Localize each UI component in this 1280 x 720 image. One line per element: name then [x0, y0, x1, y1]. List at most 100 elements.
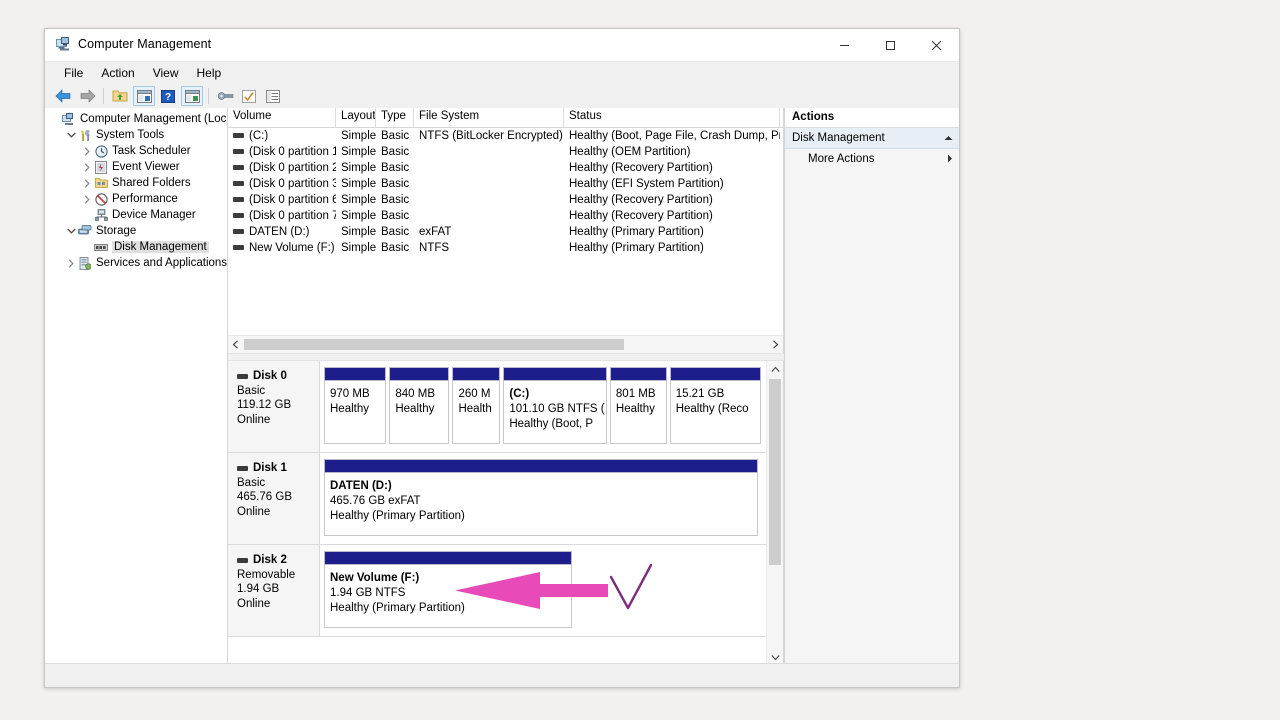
close-button[interactable]	[913, 29, 959, 61]
rescan-disks-icon[interactable]	[238, 86, 260, 106]
volume-list-horizontal-scrollbar[interactable]	[228, 335, 783, 353]
menu-file[interactable]: File	[55, 64, 92, 82]
tree-item-performance[interactable]: Performance	[45, 191, 227, 207]
volume-row[interactable]: (Disk 0 partition 1) Simple Basic Healthy (…	[228, 144, 783, 160]
volume-name-text: (Disk 0 partition 6)	[249, 194, 336, 206]
volume-row[interactable]: (Disk 0 partition 3) Simple Basic Healthy (…	[228, 176, 783, 192]
chevron-up-icon[interactable]	[944, 134, 953, 143]
volume-icon	[233, 181, 244, 187]
volume-row[interactable]: (Disk 0 partition 7) Simple Basic Healthy (…	[228, 208, 783, 224]
partition-block[interactable]: (C:) 101.10 GB NTFS (Healthy (Boot, P	[503, 367, 607, 444]
tree-item-event-viewer[interactable]: Event Viewer	[45, 159, 227, 175]
device-manager-icon	[93, 209, 109, 221]
partition-status: Healthy	[395, 403, 435, 415]
volume-column-header-status[interactable]: Status	[564, 108, 780, 127]
pane-splitter[interactable]	[228, 353, 784, 361]
disk-row-disk-1[interactable]: Disk 1 Basic 465.76 GB Online DATEN (D:) 465.…	[228, 453, 767, 545]
volume-column-header-file-system[interactable]: File System	[414, 108, 564, 127]
list-view-icon[interactable]	[262, 86, 284, 106]
volume-row[interactable]: (C:) Simple Basic NTFS (BitLocker Encrypted…	[228, 128, 783, 144]
volume-cell-layout: Simple	[341, 178, 376, 190]
properties-icon[interactable]	[214, 86, 236, 106]
partition-block[interactable]: 801 MB Healthy	[609, 367, 667, 444]
tree-item-label: Storage	[96, 225, 137, 237]
partition-block[interactable]: 970 MB Healthy	[324, 367, 387, 444]
tree-item-label: Performance	[112, 193, 178, 205]
disk-partitions: DATEN (D:) 465.76 GB exFAT Healthy (Primar…	[320, 453, 767, 544]
partition-label: New Volume (F:)	[330, 572, 420, 584]
scroll-up-icon[interactable]	[767, 361, 783, 377]
show-hide-action-pane-icon[interactable]	[181, 86, 203, 106]
chevron-down-icon[interactable]	[65, 132, 77, 138]
back-icon[interactable]	[52, 86, 74, 106]
disk-info-panel[interactable]: Disk 0 Basic 119.12 GB Online	[228, 361, 320, 452]
volume-name-text: (Disk 0 partition 7)	[249, 210, 336, 222]
scroll-right-icon[interactable]	[768, 337, 783, 352]
show-hide-console-tree-icon[interactable]	[133, 86, 155, 106]
partition-color-bar	[324, 551, 573, 565]
tree-item-storage[interactable]: Storage	[45, 223, 227, 239]
tree-item-services-and-applications[interactable]: Services and Applications	[45, 255, 227, 271]
menu-help[interactable]: Help	[188, 64, 231, 82]
volume-icon	[233, 149, 244, 155]
tree-item-computer-management-local[interactable]: Computer Management (Local	[45, 111, 227, 127]
volume-column-header-layout[interactable]: Layout	[336, 108, 376, 127]
disk-row-disk-0[interactable]: Disk 0 Basic 119.12 GB Online 970 MB Healthy 8…	[228, 361, 767, 453]
volume-row[interactable]: New Volume (F:) Simple Basic NTFS Healthy (P…	[228, 240, 783, 256]
chevron-right-icon[interactable]	[81, 162, 93, 172]
tree-item-shared-folders[interactable]: Shared Folders	[45, 175, 227, 191]
menu-view[interactable]: View	[144, 64, 188, 82]
partition-block[interactable]: 15.21 GB Healthy (Reco	[669, 367, 761, 444]
volume-row[interactable]: (Disk 0 partition 6) Simple Basic Healthy (…	[228, 192, 783, 208]
disk-info-panel[interactable]: Disk 2 Removable 1.94 GB Online	[228, 545, 320, 636]
partition-size: 260 M	[458, 388, 491, 400]
tree-item-label: Device Manager	[112, 209, 196, 221]
tree-item-label: System Tools	[96, 129, 165, 141]
tree-item-system-tools[interactable]: System Tools	[45, 127, 227, 143]
partition-color-bar	[609, 367, 667, 381]
scroll-left-icon[interactable]	[228, 337, 243, 352]
minimize-button[interactable]	[821, 29, 867, 61]
forward-icon[interactable]	[76, 86, 98, 106]
partition-block[interactable]: New Volume (F:) 1.94 GB NTFS Healthy (Prim…	[324, 551, 573, 628]
chevron-right-icon[interactable]	[81, 194, 93, 204]
volume-column-header-volume[interactable]: Volume	[228, 108, 336, 127]
tree-item-task-scheduler[interactable]: Task Scheduler	[45, 143, 227, 159]
partition-block[interactable]: 260 M Health	[452, 367, 501, 444]
partition-size: 465.76 GB exFAT	[330, 495, 421, 507]
volume-cell-fs: NTFS	[419, 242, 450, 254]
chevron-right-icon[interactable]	[81, 178, 93, 188]
disk-partitions: New Volume (F:) 1.94 GB NTFS Healthy (Prim…	[320, 545, 767, 636]
volume-icon	[233, 229, 244, 235]
disk-info-panel[interactable]: Disk 1 Basic 465.76 GB Online	[228, 453, 320, 544]
actions-group-disk-management[interactable]: Disk Management	[785, 128, 959, 149]
volume-cell-type: Basic	[381, 226, 410, 238]
action-more-actions[interactable]: More Actions	[785, 149, 959, 169]
up-folder-icon[interactable]	[109, 86, 131, 106]
chevron-right-icon[interactable]	[947, 154, 953, 165]
volume-cell-name: (Disk 0 partition 6)	[228, 194, 336, 206]
disk-state: Online	[237, 597, 271, 610]
partition-color-bar	[452, 367, 501, 381]
volume-column-header-type[interactable]: Type	[376, 108, 414, 127]
partition-details: 15.21 GB Healthy (Reco	[669, 381, 761, 444]
chevron-right-icon[interactable]	[65, 258, 77, 268]
menu-action[interactable]: Action	[92, 64, 143, 82]
volume-cell-layout: Simple	[341, 226, 376, 238]
disk-row-disk-2[interactable]: Disk 2 Removable 1.94 GB Online New Volume (…	[228, 545, 767, 637]
volume-cell-name: (C:)	[228, 130, 336, 142]
partition-block[interactable]: 840 MB Healthy	[389, 367, 450, 444]
volume-row[interactable]: (Disk 0 partition 2) Simple Basic Healthy (…	[228, 160, 783, 176]
tree-item-disk-management[interactable]: Disk Management	[45, 239, 227, 255]
chevron-down-icon[interactable]	[65, 228, 77, 234]
graphical-scroll-thumb[interactable]	[769, 379, 781, 565]
partition-details: 970 MB Healthy	[324, 381, 387, 444]
partition-block[interactable]: DATEN (D:) 465.76 GB exFAT Healthy (Primar…	[324, 459, 758, 536]
maximize-button[interactable]	[867, 29, 913, 61]
help-icon[interactable]: ?	[157, 86, 179, 106]
graphical-view-vertical-scrollbar[interactable]	[766, 361, 783, 665]
chevron-right-icon[interactable]	[81, 146, 93, 156]
tree-item-device-manager[interactable]: Device Manager	[45, 207, 227, 223]
volume-row[interactable]: DATEN (D:) Simple Basic exFAT Healthy (Prima…	[228, 224, 783, 240]
volume-scroll-thumb[interactable]	[244, 339, 624, 350]
